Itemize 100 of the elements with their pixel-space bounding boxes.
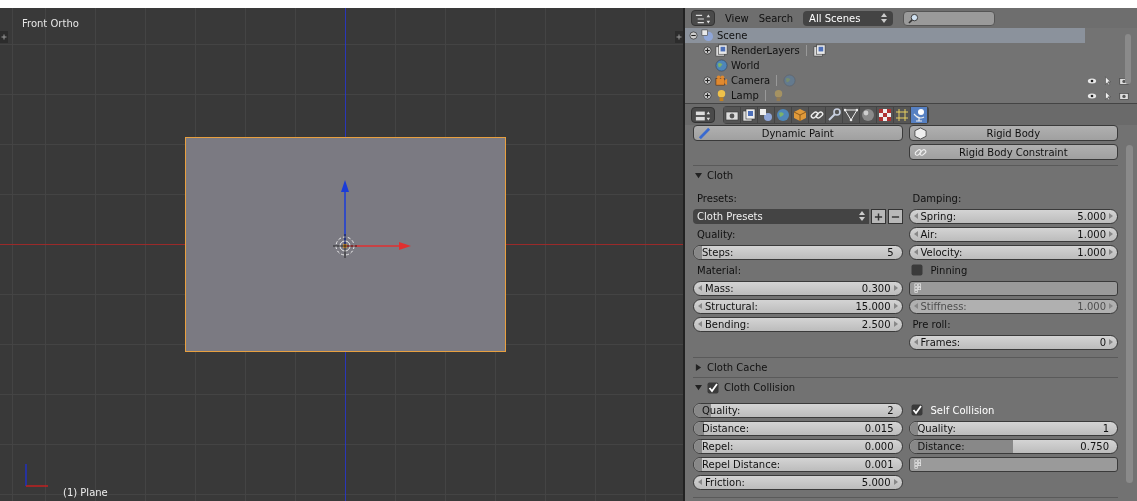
menu-item[interactable]: View bbox=[725, 12, 749, 24]
editor-type-button[interactable] bbox=[691, 106, 715, 123]
expand-icon[interactable] bbox=[703, 76, 712, 85]
slider-field[interactable]: Steps: 5 bbox=[693, 244, 903, 260]
properties-tab[interactable] bbox=[758, 106, 774, 123]
number-field[interactable]: Spring: 5.000 bbox=[908, 208, 1118, 224]
left-arrow-icon[interactable] bbox=[698, 479, 702, 485]
vertex-group-field[interactable] bbox=[908, 280, 1118, 296]
number-field[interactable]: Structural: 15.000 bbox=[693, 298, 903, 314]
left-arrow-icon[interactable] bbox=[913, 231, 918, 237]
expand-icon[interactable] bbox=[703, 46, 712, 55]
number-field[interactable]: Mass: 0.300 bbox=[693, 280, 903, 296]
number-field[interactable]: Velocity: 1.000 bbox=[908, 244, 1118, 260]
presets-dropdown[interactable]: Cloth Presets bbox=[693, 208, 869, 224]
number-field[interactable]: Frames: 0 bbox=[908, 334, 1118, 350]
field-label: Damping: bbox=[911, 192, 962, 204]
layers-icon bbox=[715, 44, 728, 57]
properties-tab[interactable] bbox=[843, 106, 859, 123]
checkbox-option[interactable]: Self Collision bbox=[908, 404, 995, 416]
checkbox[interactable] bbox=[910, 264, 923, 276]
left-arrow-icon[interactable] bbox=[698, 285, 702, 291]
outliner-item-name[interactable]: World bbox=[731, 60, 760, 71]
outliner-item-name[interactable]: Scene bbox=[717, 30, 748, 41]
expand-icon[interactable] bbox=[703, 91, 712, 100]
left-arrow-icon[interactable] bbox=[698, 303, 702, 309]
left-arrow-icon[interactable] bbox=[913, 213, 918, 219]
slider-field[interactable]: Quality: 1 bbox=[908, 420, 1118, 436]
outliner-row[interactable]: Lamp bbox=[685, 88, 1085, 103]
outliner-row[interactable]: World bbox=[685, 58, 1085, 73]
field-label: Material: bbox=[696, 264, 741, 276]
right-arrow-icon[interactable] bbox=[893, 321, 898, 327]
updown-arrows-icon bbox=[858, 211, 865, 221]
cube-icon bbox=[793, 107, 807, 122]
vertex-group-icon bbox=[913, 282, 924, 294]
field-label: Quality: bbox=[696, 228, 736, 240]
slider-field[interactable]: Repel Distance: 0.001 bbox=[693, 456, 903, 472]
number-field[interactable]: Bending: 2.500 bbox=[693, 316, 903, 332]
outliner-row[interactable]: Scene bbox=[685, 28, 1085, 43]
checkbox[interactable] bbox=[910, 404, 923, 416]
left-arrow-icon[interactable] bbox=[913, 339, 918, 345]
outliner-item-name[interactable]: Camera bbox=[731, 75, 771, 86]
globe-icon bbox=[715, 59, 728, 72]
panel-header[interactable]: Cloth Collision bbox=[693, 378, 1118, 397]
search-icon bbox=[908, 12, 920, 24]
plus-icon[interactable] bbox=[0, 31, 8, 43]
vertex-group-field[interactable] bbox=[908, 456, 1118, 472]
vertex-group-icon bbox=[913, 458, 924, 470]
cursor-icon[interactable] bbox=[1103, 90, 1113, 101]
camera-icon[interactable] bbox=[1119, 90, 1129, 101]
properties-tab[interactable] bbox=[792, 106, 808, 123]
search-field[interactable] bbox=[903, 10, 996, 26]
menu-item[interactable]: Search bbox=[758, 12, 794, 24]
number-field[interactable]: Air: 1.000 bbox=[908, 226, 1118, 242]
physics-button[interactable]: Rigid Body Constraint bbox=[908, 144, 1118, 160]
properties-tab[interactable] bbox=[741, 106, 757, 123]
triangle-icon bbox=[844, 107, 858, 122]
add-preset-button[interactable] bbox=[870, 208, 886, 224]
right-arrow-icon[interactable] bbox=[893, 285, 898, 291]
3d-viewport[interactable]: Front Ortho (1) Plane bbox=[0, 8, 685, 501]
scrollbar[interactable] bbox=[1126, 145, 1133, 484]
scene-filter-dropdown[interactable]: All Scenes bbox=[803, 10, 894, 26]
panel-icon bbox=[695, 109, 711, 122]
editor-type-button[interactable] bbox=[691, 10, 715, 26]
slider-field[interactable]: Quality: 2 bbox=[693, 402, 903, 418]
collapse-icon[interactable] bbox=[689, 31, 698, 40]
scrollbar[interactable] bbox=[1125, 34, 1131, 84]
right-arrow-icon[interactable] bbox=[893, 479, 898, 485]
properties-tab[interactable] bbox=[860, 106, 876, 123]
properties-tab[interactable] bbox=[877, 106, 893, 123]
physics-button[interactable]: Dynamic Paint bbox=[693, 125, 903, 141]
right-arrow-icon[interactable] bbox=[1109, 249, 1113, 255]
right-arrow-icon[interactable] bbox=[1109, 213, 1113, 219]
outliner-item-name[interactable]: RenderLayers bbox=[731, 45, 800, 56]
checkbox[interactable] bbox=[707, 381, 719, 394]
number-field[interactable]: Friction: 5.000 bbox=[693, 474, 903, 490]
checker-icon bbox=[878, 107, 892, 122]
globe-icon bbox=[783, 74, 797, 87]
field-label: Presets: bbox=[696, 192, 737, 204]
properties-tab[interactable] bbox=[775, 106, 791, 123]
remove-preset-button[interactable] bbox=[887, 208, 903, 224]
cursor-icon[interactable] bbox=[1103, 75, 1113, 86]
outliner-item-name[interactable]: Lamp bbox=[731, 90, 759, 101]
right-arrow-icon[interactable] bbox=[1109, 231, 1113, 237]
outliner-row[interactable]: Camera bbox=[685, 73, 1085, 88]
outliner-row[interactable]: RenderLayers bbox=[685, 43, 1085, 58]
right-arrow-icon[interactable] bbox=[1109, 339, 1113, 345]
slider-field[interactable]: Distance: 0.015 bbox=[693, 420, 903, 436]
field-label: Pre roll: bbox=[911, 318, 951, 330]
right-arrow-icon[interactable] bbox=[893, 303, 898, 309]
slider-field[interactable]: Repel: 0.000 bbox=[693, 438, 903, 454]
properties-tab[interactable] bbox=[724, 106, 740, 123]
panel-header[interactable]: Cloth bbox=[693, 166, 1118, 185]
properties-tab[interactable] bbox=[809, 106, 825, 123]
left-arrow-icon[interactable] bbox=[698, 321, 702, 327]
plus-icon[interactable] bbox=[675, 31, 683, 43]
slider-field[interactable]: Distance: 0.750 bbox=[908, 438, 1118, 454]
panel-header[interactable]: Cloth Cache bbox=[693, 358, 1118, 377]
left-arrow-icon[interactable] bbox=[913, 249, 918, 255]
physics-button[interactable]: Rigid Body bbox=[908, 125, 1118, 141]
checkbox-option[interactable]: Pinning bbox=[908, 264, 968, 276]
